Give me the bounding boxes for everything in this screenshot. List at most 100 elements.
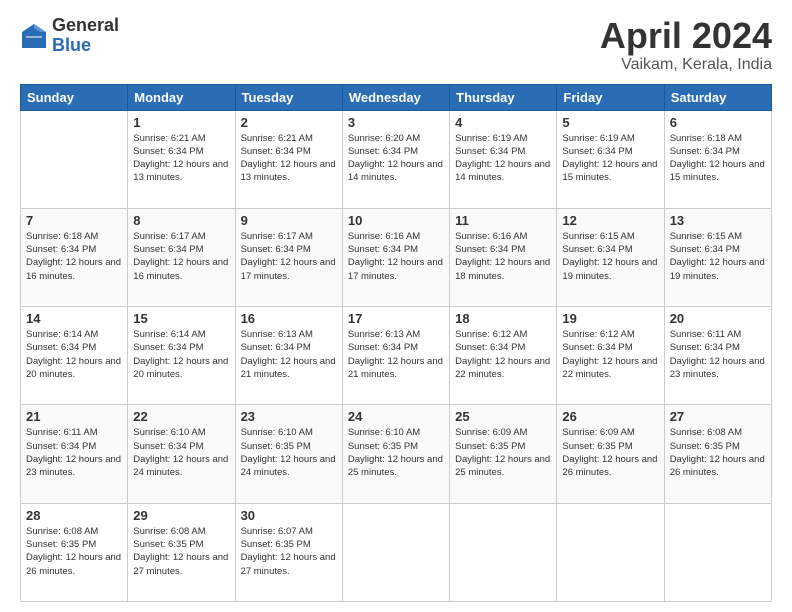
- day-number: 30: [241, 508, 337, 523]
- day-number: 11: [455, 213, 551, 228]
- table-row: 9 Sunrise: 6:17 AMSunset: 6:34 PMDayligh…: [235, 208, 342, 306]
- day-number: 15: [133, 311, 229, 326]
- table-row: 11 Sunrise: 6:16 AMSunset: 6:34 PMDaylig…: [450, 208, 557, 306]
- day-number: 16: [241, 311, 337, 326]
- day-info: Sunrise: 6:09 AMSunset: 6:35 PMDaylight:…: [455, 427, 550, 478]
- table-row: 21 Sunrise: 6:11 AMSunset: 6:34 PMDaylig…: [21, 405, 128, 503]
- col-saturday: Saturday: [664, 84, 771, 110]
- table-row: 3 Sunrise: 6:20 AMSunset: 6:34 PMDayligh…: [342, 110, 449, 208]
- title-month: April 2024: [600, 16, 772, 56]
- day-info: Sunrise: 6:12 AMSunset: 6:34 PMDaylight:…: [455, 329, 550, 380]
- table-row: 27 Sunrise: 6:08 AMSunset: 6:35 PMDaylig…: [664, 405, 771, 503]
- title-block: April 2024 Vaikam, Kerala, India: [600, 16, 772, 74]
- day-number: 23: [241, 409, 337, 424]
- day-number: 2: [241, 115, 337, 130]
- logo-icon: [20, 22, 48, 50]
- table-row: 20 Sunrise: 6:11 AMSunset: 6:34 PMDaylig…: [664, 307, 771, 405]
- table-row: 28 Sunrise: 6:08 AMSunset: 6:35 PMDaylig…: [21, 503, 128, 601]
- calendar-week-row: 14 Sunrise: 6:14 AMSunset: 6:34 PMDaylig…: [21, 307, 772, 405]
- day-info: Sunrise: 6:18 AMSunset: 6:34 PMDaylight:…: [670, 133, 765, 184]
- table-row: 7 Sunrise: 6:18 AMSunset: 6:34 PMDayligh…: [21, 208, 128, 306]
- calendar-week-row: 7 Sunrise: 6:18 AMSunset: 6:34 PMDayligh…: [21, 208, 772, 306]
- day-info: Sunrise: 6:10 AMSunset: 6:35 PMDaylight:…: [348, 427, 443, 478]
- header: General Blue April 2024 Vaikam, Kerala, …: [20, 16, 772, 74]
- day-info: Sunrise: 6:19 AMSunset: 6:34 PMDaylight:…: [455, 133, 550, 184]
- day-info: Sunrise: 6:13 AMSunset: 6:34 PMDaylight:…: [241, 329, 336, 380]
- col-monday: Monday: [128, 84, 235, 110]
- calendar-table: Sunday Monday Tuesday Wednesday Thursday…: [20, 84, 772, 602]
- calendar-week-row: 1 Sunrise: 6:21 AMSunset: 6:34 PMDayligh…: [21, 110, 772, 208]
- title-location: Vaikam, Kerala, India: [600, 56, 772, 74]
- table-row: [21, 110, 128, 208]
- table-row: 10 Sunrise: 6:16 AMSunset: 6:34 PMDaylig…: [342, 208, 449, 306]
- col-thursday: Thursday: [450, 84, 557, 110]
- table-row: 5 Sunrise: 6:19 AMSunset: 6:34 PMDayligh…: [557, 110, 664, 208]
- day-number: 8: [133, 213, 229, 228]
- logo-blue-text: Blue: [52, 36, 119, 56]
- day-number: 22: [133, 409, 229, 424]
- calendar-header-row: Sunday Monday Tuesday Wednesday Thursday…: [21, 84, 772, 110]
- day-info: Sunrise: 6:10 AMSunset: 6:35 PMDaylight:…: [241, 427, 336, 478]
- table-row: 8 Sunrise: 6:17 AMSunset: 6:34 PMDayligh…: [128, 208, 235, 306]
- table-row: [557, 503, 664, 601]
- day-info: Sunrise: 6:16 AMSunset: 6:34 PMDaylight:…: [348, 231, 443, 282]
- day-number: 7: [26, 213, 122, 228]
- table-row: 17 Sunrise: 6:13 AMSunset: 6:34 PMDaylig…: [342, 307, 449, 405]
- day-number: 29: [133, 508, 229, 523]
- day-info: Sunrise: 6:19 AMSunset: 6:34 PMDaylight:…: [562, 133, 657, 184]
- day-number: 19: [562, 311, 658, 326]
- day-number: 21: [26, 409, 122, 424]
- table-row: [450, 503, 557, 601]
- day-info: Sunrise: 6:10 AMSunset: 6:34 PMDaylight:…: [133, 427, 228, 478]
- table-row: 24 Sunrise: 6:10 AMSunset: 6:35 PMDaylig…: [342, 405, 449, 503]
- day-number: 10: [348, 213, 444, 228]
- day-info: Sunrise: 6:07 AMSunset: 6:35 PMDaylight:…: [241, 526, 336, 577]
- day-number: 20: [670, 311, 766, 326]
- day-number: 5: [562, 115, 658, 130]
- day-number: 24: [348, 409, 444, 424]
- col-sunday: Sunday: [21, 84, 128, 110]
- col-wednesday: Wednesday: [342, 84, 449, 110]
- day-number: 14: [26, 311, 122, 326]
- day-info: Sunrise: 6:08 AMSunset: 6:35 PMDaylight:…: [133, 526, 228, 577]
- calendar-week-row: 21 Sunrise: 6:11 AMSunset: 6:34 PMDaylig…: [21, 405, 772, 503]
- logo-general-text: General: [52, 16, 119, 36]
- day-info: Sunrise: 6:18 AMSunset: 6:34 PMDaylight:…: [26, 231, 121, 282]
- table-row: 1 Sunrise: 6:21 AMSunset: 6:34 PMDayligh…: [128, 110, 235, 208]
- table-row: 14 Sunrise: 6:14 AMSunset: 6:34 PMDaylig…: [21, 307, 128, 405]
- day-info: Sunrise: 6:14 AMSunset: 6:34 PMDaylight:…: [26, 329, 121, 380]
- day-number: 17: [348, 311, 444, 326]
- table-row: [342, 503, 449, 601]
- table-row: 19 Sunrise: 6:12 AMSunset: 6:34 PMDaylig…: [557, 307, 664, 405]
- day-info: Sunrise: 6:21 AMSunset: 6:34 PMDaylight:…: [241, 133, 336, 184]
- day-number: 27: [670, 409, 766, 424]
- table-row: 13 Sunrise: 6:15 AMSunset: 6:34 PMDaylig…: [664, 208, 771, 306]
- day-number: 3: [348, 115, 444, 130]
- day-info: Sunrise: 6:17 AMSunset: 6:34 PMDaylight:…: [241, 231, 336, 282]
- day-number: 1: [133, 115, 229, 130]
- table-row: 18 Sunrise: 6:12 AMSunset: 6:34 PMDaylig…: [450, 307, 557, 405]
- table-row: 2 Sunrise: 6:21 AMSunset: 6:34 PMDayligh…: [235, 110, 342, 208]
- table-row: 29 Sunrise: 6:08 AMSunset: 6:35 PMDaylig…: [128, 503, 235, 601]
- day-info: Sunrise: 6:11 AMSunset: 6:34 PMDaylight:…: [26, 427, 121, 478]
- table-row: 30 Sunrise: 6:07 AMSunset: 6:35 PMDaylig…: [235, 503, 342, 601]
- day-info: Sunrise: 6:09 AMSunset: 6:35 PMDaylight:…: [562, 427, 657, 478]
- day-info: Sunrise: 6:11 AMSunset: 6:34 PMDaylight:…: [670, 329, 765, 380]
- col-tuesday: Tuesday: [235, 84, 342, 110]
- day-info: Sunrise: 6:20 AMSunset: 6:34 PMDaylight:…: [348, 133, 443, 184]
- day-number: 28: [26, 508, 122, 523]
- day-number: 6: [670, 115, 766, 130]
- day-info: Sunrise: 6:15 AMSunset: 6:34 PMDaylight:…: [670, 231, 765, 282]
- day-number: 18: [455, 311, 551, 326]
- day-info: Sunrise: 6:15 AMSunset: 6:34 PMDaylight:…: [562, 231, 657, 282]
- logo: General Blue: [20, 16, 119, 56]
- table-row: 4 Sunrise: 6:19 AMSunset: 6:34 PMDayligh…: [450, 110, 557, 208]
- day-info: Sunrise: 6:08 AMSunset: 6:35 PMDaylight:…: [670, 427, 765, 478]
- table-row: 26 Sunrise: 6:09 AMSunset: 6:35 PMDaylig…: [557, 405, 664, 503]
- logo-text: General Blue: [52, 16, 119, 56]
- day-info: Sunrise: 6:16 AMSunset: 6:34 PMDaylight:…: [455, 231, 550, 282]
- day-number: 26: [562, 409, 658, 424]
- day-info: Sunrise: 6:21 AMSunset: 6:34 PMDaylight:…: [133, 133, 228, 184]
- col-friday: Friday: [557, 84, 664, 110]
- table-row: 16 Sunrise: 6:13 AMSunset: 6:34 PMDaylig…: [235, 307, 342, 405]
